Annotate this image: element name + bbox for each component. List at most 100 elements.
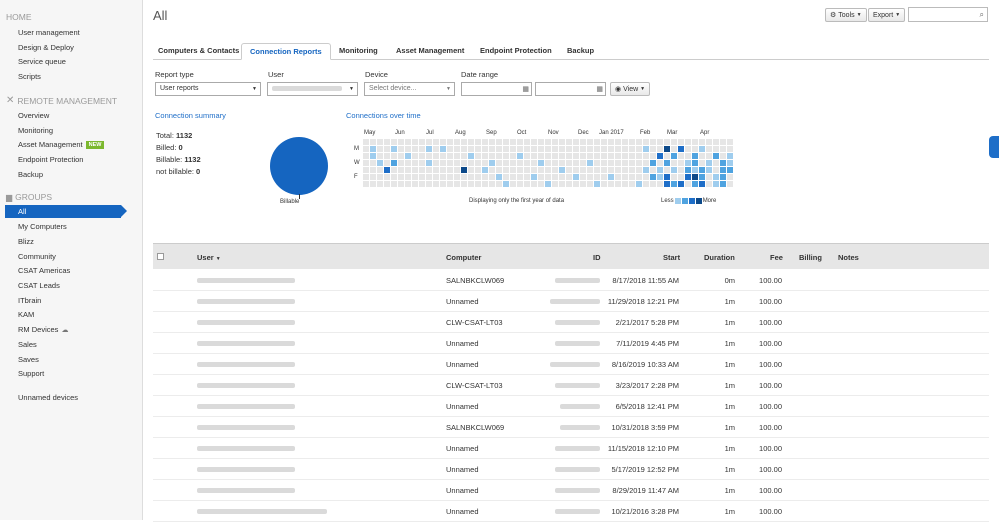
tab-asset-management[interactable]: Asset Management bbox=[396, 46, 464, 55]
heatmap-cell bbox=[391, 153, 397, 159]
table-row[interactable]: SALNBKCLW069 8/17/2018 11:55 AM 0m 100.00 bbox=[153, 270, 989, 291]
heatmap-cell bbox=[468, 174, 474, 180]
heatmap-cell bbox=[629, 146, 635, 152]
pie-label: Billable bbox=[280, 199, 300, 205]
heatmap-cell bbox=[405, 167, 411, 173]
heatmap-cell bbox=[713, 174, 719, 180]
tab-computers-contacts[interactable]: Computers & Contacts bbox=[158, 46, 239, 55]
calendar-icon[interactable]: ▦ bbox=[596, 85, 603, 93]
table-row[interactable]: CLW-CSAT-LT03 2/21/2017 5:28 PM 1m 100.00 bbox=[153, 312, 989, 333]
group-item-support[interactable]: Support bbox=[18, 369, 44, 378]
table-row[interactable]: CLW-CSAT-LT03 3/23/2017 2:28 PM 1m 100.00 bbox=[153, 375, 989, 396]
col-user-header[interactable]: User ▼ bbox=[197, 253, 221, 262]
heatmap-cell bbox=[545, 139, 551, 145]
remote-management-header[interactable]: ✕ REMOTE MANAGEMENT bbox=[6, 95, 117, 106]
sidebar-item-monitoring[interactable]: Monitoring bbox=[18, 126, 53, 135]
tools-button[interactable]: ⚙ Tools ▼ bbox=[825, 8, 867, 22]
col-fee-header[interactable]: Fee bbox=[770, 253, 783, 262]
col-start-header[interactable]: Start bbox=[663, 253, 680, 262]
blurred-user-name bbox=[197, 488, 295, 493]
start-cell: 5/17/2019 12:52 PM bbox=[611, 465, 679, 474]
select-all-checkbox[interactable] bbox=[157, 253, 164, 260]
table-row[interactable]: SALNBKCLW069 10/31/2018 3:59 PM 1m 100.00 bbox=[153, 417, 989, 438]
table-row[interactable]: Unnamed 11/15/2018 12:10 PM 1m 100.00 bbox=[153, 438, 989, 459]
duration-cell: 1m bbox=[724, 486, 735, 495]
sidebar-item-scripts[interactable]: Scripts bbox=[18, 72, 41, 81]
sidebar-item-endpoint-protection[interactable]: Endpoint Protection bbox=[18, 155, 83, 164]
col-duration-header[interactable]: Duration bbox=[704, 253, 735, 262]
heatmap-cell bbox=[391, 181, 397, 187]
table-row[interactable]: Unnamed 8/29/2019 11:47 AM 1m 100.00 bbox=[153, 480, 989, 501]
heatmap-cell bbox=[503, 139, 509, 145]
date-from-input[interactable]: ▦ bbox=[461, 82, 532, 96]
heatmap-cell bbox=[531, 160, 537, 166]
tab-monitoring[interactable]: Monitoring bbox=[339, 46, 378, 55]
col-id-header[interactable]: ID bbox=[593, 253, 601, 262]
export-button[interactable]: Export ▼ bbox=[868, 8, 906, 22]
table-row[interactable]: Unnamed 6/5/2018 12:41 PM 1m 100.00 bbox=[153, 396, 989, 417]
heatmap-cell bbox=[398, 153, 404, 159]
sidebar-item-design-deploy[interactable]: Design & Deploy bbox=[18, 43, 74, 52]
group-item-community[interactable]: Community bbox=[18, 252, 56, 261]
col-notes-header[interactable]: Notes bbox=[838, 253, 859, 262]
group-item-selected[interactable]: All bbox=[5, 205, 127, 218]
group-item-csat-leads[interactable]: CSAT Leads bbox=[18, 281, 60, 290]
unnamed-devices-link[interactable]: Unnamed devices bbox=[18, 393, 78, 402]
tab-backup[interactable]: Backup bbox=[567, 46, 594, 55]
tab-connection-reports[interactable]: Connection Reports bbox=[241, 43, 331, 60]
heatmap-cell bbox=[643, 167, 649, 173]
group-item-my-computers[interactable]: My Computers bbox=[18, 222, 67, 231]
group-item-itbrain[interactable]: ITbrain bbox=[18, 296, 41, 305]
heatmap-cell bbox=[587, 174, 593, 180]
sidebar-item-service-queue[interactable]: Service queue bbox=[18, 57, 66, 66]
group-item-kam[interactable]: KAM bbox=[18, 310, 34, 319]
heatmap-cell bbox=[531, 167, 537, 173]
sidebar-item-asset-management[interactable]: Asset Management NEW bbox=[18, 140, 105, 149]
table-row[interactable]: Unnamed 5/17/2019 12:52 PM 1m 100.00 bbox=[153, 459, 989, 480]
user-select[interactable]: ▼ bbox=[267, 82, 358, 96]
tab-bar: Computers & Contacts Connection Reports … bbox=[153, 43, 989, 60]
group-item-csat-americas[interactable]: CSAT Americas bbox=[18, 266, 70, 275]
feedback-tab[interactable] bbox=[989, 136, 999, 158]
sidebar-item-user-management[interactable]: User management bbox=[18, 28, 80, 37]
calendar-icon[interactable]: ▦ bbox=[522, 85, 529, 93]
view-button[interactable]: ◉ View ▼ bbox=[610, 82, 651, 96]
col-billing-header[interactable]: Billing bbox=[799, 253, 822, 262]
page-title: All bbox=[153, 8, 168, 23]
device-select[interactable]: Select device... ▼ bbox=[364, 82, 455, 96]
table-row[interactable]: Unnamed 8/16/2019 10:33 AM 1m 100.00 bbox=[153, 354, 989, 375]
table-row[interactable]: Unnamed 11/29/2018 12:21 PM 1m 100.00 bbox=[153, 291, 989, 312]
heatmap-cell bbox=[370, 146, 376, 152]
table-row[interactable]: Unnamed 10/21/2016 3:28 PM 1m 100.00 bbox=[153, 501, 989, 522]
sidebar-item-overview[interactable]: Overview bbox=[18, 111, 49, 120]
heatmap-cell bbox=[440, 181, 446, 187]
heatmap-cell bbox=[454, 174, 460, 180]
heatmap-cell bbox=[363, 181, 369, 187]
heatmap-cell bbox=[580, 160, 586, 166]
chevron-down-icon: ▼ bbox=[349, 86, 354, 92]
heatmap-cell bbox=[384, 146, 390, 152]
heatmap-cell bbox=[412, 167, 418, 173]
heatmap-cell bbox=[545, 181, 551, 187]
heatmap-cell bbox=[678, 160, 684, 166]
group-item-sales[interactable]: Sales bbox=[18, 340, 37, 349]
heatmap-cell bbox=[615, 139, 621, 145]
sidebar-item-backup[interactable]: Backup bbox=[18, 170, 43, 179]
report-type-select[interactable]: User reports ▼ bbox=[155, 82, 261, 96]
heatmap-cell bbox=[531, 174, 537, 180]
heatmap-cell bbox=[426, 174, 432, 180]
groups-header[interactable]: ▆ GROUPS bbox=[6, 192, 52, 202]
tab-endpoint-protection[interactable]: Endpoint Protection bbox=[480, 46, 552, 55]
heatmap-cell bbox=[685, 160, 691, 166]
sort-down-icon: ▼ bbox=[215, 256, 221, 262]
heatmap-cell bbox=[587, 167, 593, 173]
search-input[interactable]: ⌕ bbox=[908, 7, 988, 22]
table-row[interactable]: Unnamed 7/11/2019 4:45 PM 1m 100.00 bbox=[153, 333, 989, 354]
date-to-input[interactable]: ▦ bbox=[535, 82, 606, 96]
group-item-saves[interactable]: Saves bbox=[18, 355, 39, 364]
group-item-rm-devices[interactable]: RM Devices ☁ bbox=[18, 325, 68, 334]
group-item-blizz[interactable]: Blizz bbox=[18, 237, 34, 246]
col-computer-header[interactable]: Computer bbox=[446, 253, 481, 262]
heatmap-cell bbox=[608, 167, 614, 173]
home-header[interactable]: HOME bbox=[6, 12, 32, 22]
